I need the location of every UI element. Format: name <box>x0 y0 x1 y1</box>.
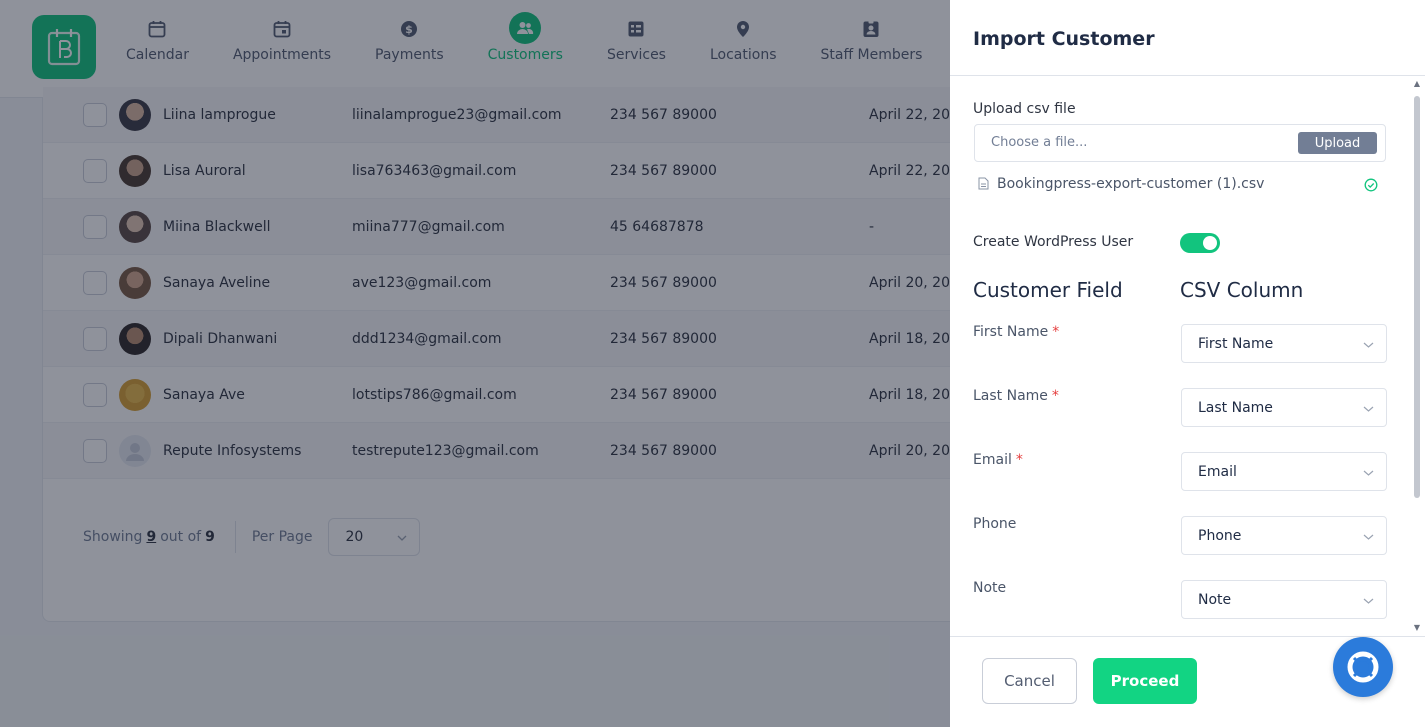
csv-column-heading: CSV Column <box>1180 278 1304 302</box>
uploaded-file-name: Bookingpress-export-customer (1).csv <box>997 176 1265 192</box>
select-value: Phone <box>1198 527 1242 544</box>
drawer-scrollbar[interactable]: ▲ ▼ <box>1413 80 1421 632</box>
field-label-phone: Phone <box>973 516 1017 532</box>
chevron-down-icon <box>1363 464 1374 480</box>
cancel-button[interactable]: Cancel <box>982 658 1077 704</box>
required-asterisk: * <box>1015 452 1023 468</box>
select-value: First Name <box>1198 335 1274 352</box>
field-label-last-name: Last Name * <box>973 388 1059 404</box>
lifebuoy-icon <box>1347 651 1379 683</box>
csv-file-input[interactable]: Choose a file... Upload <box>974 124 1386 162</box>
uploaded-file-item: Bookingpress-export-customer (1).csv <box>978 174 1390 194</box>
scroll-down-arrow-icon[interactable]: ▼ <box>1413 624 1421 632</box>
drawer-title: Import Customer <box>973 28 1155 50</box>
required-asterisk: * <box>1052 324 1060 340</box>
customer-field-heading: Customer Field <box>973 278 1123 302</box>
required-asterisk: * <box>1051 388 1059 404</box>
chevron-down-icon <box>1363 528 1374 544</box>
drawer-header: Import Customer <box>950 0 1425 76</box>
chevron-down-icon <box>1363 400 1374 416</box>
scroll-up-arrow-icon[interactable]: ▲ <box>1413 80 1421 88</box>
chevron-down-icon <box>1363 592 1374 608</box>
create-wp-user-toggle[interactable] <box>1180 233 1220 253</box>
upload-button[interactable]: Upload <box>1298 132 1377 154</box>
proceed-button[interactable]: Proceed <box>1093 658 1197 704</box>
select-value: Email <box>1198 463 1237 480</box>
field-label-first-name: First Name * <box>973 324 1060 340</box>
chevron-down-icon <box>1363 336 1374 352</box>
csv-column-select-phone[interactable]: Phone <box>1181 516 1387 555</box>
help-button[interactable] <box>1333 637 1393 697</box>
scrollbar-thumb[interactable] <box>1414 96 1420 498</box>
csv-column-select-last-name[interactable]: Last Name <box>1181 388 1387 427</box>
file-input-placeholder: Choose a file... <box>991 135 1088 150</box>
field-label-note: Note <box>973 580 1007 596</box>
csv-column-select-email[interactable]: Email <box>1181 452 1387 491</box>
toggle-knob <box>1203 236 1217 250</box>
csv-column-select-first-name[interactable]: First Name <box>1181 324 1387 363</box>
create-wp-user-label: Create WordPress User <box>973 234 1134 250</box>
select-value: Note <box>1198 591 1232 608</box>
document-icon <box>978 175 989 194</box>
check-circle-icon <box>1364 177 1378 196</box>
modal-backdrop[interactable] <box>0 0 950 727</box>
import-customer-drawer: Import Customer ▲ ▼ Upload csv file Choo… <box>950 0 1425 727</box>
csv-column-select-note[interactable]: Note <box>1181 580 1387 619</box>
field-label-email: Email * <box>973 452 1023 468</box>
upload-csv-label: Upload csv file <box>973 101 1076 117</box>
drawer-footer: Cancel Proceed <box>950 636 1425 727</box>
select-value: Last Name <box>1198 399 1273 416</box>
